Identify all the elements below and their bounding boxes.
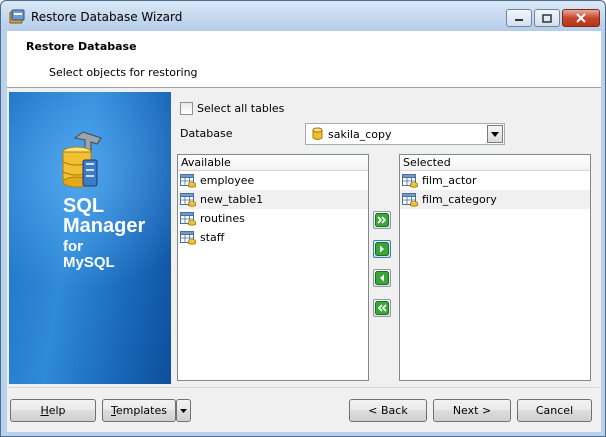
available-list-item[interactable]: routines bbox=[178, 209, 368, 228]
maximize-button[interactable] bbox=[534, 9, 560, 27]
move-all-right-icon bbox=[375, 213, 389, 227]
window-title: Restore Database Wizard bbox=[31, 10, 183, 24]
banner-text-sql: SQL bbox=[63, 195, 105, 217]
table-icon bbox=[180, 192, 196, 207]
minimize-icon bbox=[515, 19, 523, 21]
close-icon bbox=[576, 13, 586, 23]
available-item-label: routines bbox=[200, 212, 245, 225]
maximize-icon bbox=[542, 13, 552, 23]
database-icon bbox=[312, 127, 323, 140]
cancel-button[interactable]: Cancel bbox=[517, 399, 592, 422]
selected-tables-list[interactable]: Selected film_actor film_category bbox=[399, 154, 591, 381]
available-item-label: staff bbox=[200, 231, 225, 244]
table-icon bbox=[180, 230, 196, 245]
templates-dropdown-button[interactable] bbox=[176, 399, 191, 422]
available-items: employee new_table1 routines staff bbox=[178, 171, 368, 247]
chevron-down-icon bbox=[491, 131, 499, 137]
move-all-left-button[interactable] bbox=[373, 299, 391, 317]
available-item-label: employee bbox=[200, 174, 255, 187]
available-list-item[interactable]: staff bbox=[178, 228, 368, 247]
minimize-button[interactable] bbox=[506, 9, 532, 27]
next-button-label: Next > bbox=[452, 404, 492, 417]
move-left-button[interactable] bbox=[373, 269, 391, 287]
back-button-label: < Back bbox=[368, 404, 408, 417]
banner-text-for: for bbox=[63, 238, 83, 255]
selected-list-item[interactable]: film_actor bbox=[400, 171, 590, 190]
selected-list-item[interactable]: film_category bbox=[400, 190, 590, 209]
move-right-button[interactable] bbox=[373, 240, 391, 258]
wizard-header: Restore Database Select objects for rest… bbox=[7, 31, 601, 88]
database-dropdown-button[interactable] bbox=[487, 125, 503, 143]
available-tables-list[interactable]: Available employee new_table1 routines staf… bbox=[177, 154, 369, 381]
cancel-button-label: Cancel bbox=[535, 404, 574, 417]
footer-divider bbox=[9, 387, 599, 388]
sql-manager-logo-icon bbox=[62, 131, 102, 188]
table-icon bbox=[402, 173, 418, 188]
move-all-left-icon bbox=[375, 301, 389, 315]
move-all-right-button[interactable] bbox=[373, 211, 391, 229]
move-left-icon bbox=[375, 271, 389, 285]
banner-text-manager: Manager bbox=[63, 215, 146, 237]
banner-text-mysql: MySQL bbox=[63, 254, 115, 271]
wizard-client-area: Restore Database Select objects for rest… bbox=[7, 31, 601, 432]
select-all-tables-label: Select all tables bbox=[197, 101, 285, 115]
templates-button-label: Templates bbox=[111, 404, 167, 417]
selected-item-label: film_actor bbox=[422, 174, 477, 187]
help-button[interactable]: Help bbox=[10, 399, 96, 422]
page-subtitle: Select objects for restoring bbox=[49, 66, 198, 79]
selected-list-header: Selected bbox=[400, 155, 590, 171]
database-label: Database bbox=[180, 127, 233, 140]
next-button[interactable]: Next > bbox=[433, 399, 511, 422]
title-bar[interactable]: Restore Database Wizard bbox=[1, 1, 605, 31]
product-banner: SQL Manager for MySQL bbox=[9, 92, 171, 384]
available-list-header: Available bbox=[178, 155, 368, 171]
table-icon bbox=[180, 211, 196, 226]
checkbox-box[interactable] bbox=[180, 101, 193, 115]
table-icon bbox=[180, 173, 196, 188]
page-title: Restore Database bbox=[26, 40, 137, 53]
chevron-down-icon bbox=[180, 408, 187, 413]
templates-button[interactable]: Templates bbox=[102, 399, 176, 422]
table-icon bbox=[402, 192, 418, 207]
close-button[interactable] bbox=[562, 9, 600, 27]
available-list-item[interactable]: new_table1 bbox=[178, 190, 368, 209]
selected-item-label: film_category bbox=[422, 193, 497, 206]
app-icon bbox=[9, 9, 25, 24]
selected-items: film_actor film_category bbox=[400, 171, 590, 209]
back-button[interactable]: < Back bbox=[349, 399, 427, 422]
available-list-item[interactable]: employee bbox=[178, 171, 368, 190]
restore-database-wizard-window: Restore Database Wizard Restore Database… bbox=[0, 0, 606, 437]
database-select[interactable]: sakila_copy bbox=[305, 123, 505, 145]
available-item-label: new_table1 bbox=[200, 193, 264, 206]
help-button-label: Help bbox=[40, 404, 66, 417]
database-value: sakila_copy bbox=[328, 127, 392, 141]
select-all-tables-checkbox[interactable]: Select all tables bbox=[180, 101, 284, 115]
move-right-icon bbox=[375, 242, 389, 256]
